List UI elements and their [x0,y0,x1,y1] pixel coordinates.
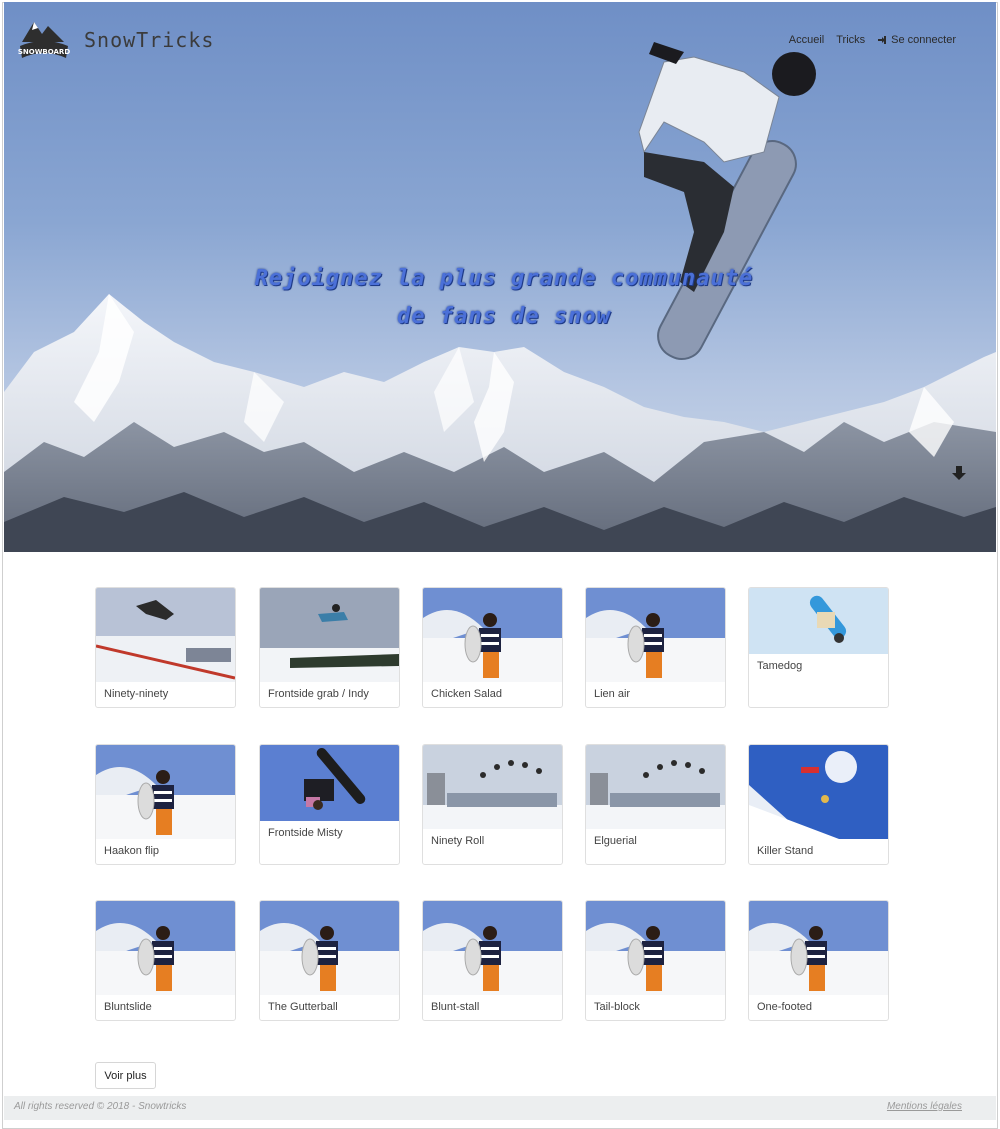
trick-card[interactable]: Blunt-stall [422,900,563,1021]
brand-name: SnowTricks [84,28,215,52]
trick-card[interactable]: The Gutterball [259,900,400,1021]
trick-card[interactable]: Haakon flip [95,744,236,865]
trick-title: Tamedog [757,660,803,672]
trick-title: Haakon flip [104,845,160,857]
hero-tagline-line2: de fans de snow [397,304,611,329]
load-more-button[interactable]: Voir plus [95,1062,156,1089]
trick-thumbnail [423,745,562,833]
trick-card[interactable]: Ninety-ninety [95,587,236,708]
nav-login-link[interactable]: Se connecter [877,34,956,46]
trick-card[interactable]: Frontside grab / Indy [259,587,400,708]
trick-card[interactable]: Tamedog [748,587,889,708]
hero-banner: SNOWBOARD SnowTricks Accueil Tricks Se c… [4,2,996,552]
nav-login-label: Se connecter [891,34,956,46]
hero-tagline: Rejoignez la plus grande communauté de f… [4,260,996,336]
trick-title: Frontside Misty [268,827,343,839]
trick-card[interactable]: One-footed [748,900,889,1021]
trick-thumbnail [260,745,399,825]
trick-thumbnail [423,901,562,999]
trick-title: The Gutterball [268,1001,338,1013]
main-nav: Accueil Tricks Se connecter [789,34,956,46]
trick-title: Frontside grab / Indy [268,688,369,700]
footer-legal-link[interactable]: Mentions légales [887,1101,962,1112]
trick-thumbnail [586,901,725,999]
brand[interactable]: SNOWBOARD SnowTricks [16,12,214,68]
trick-title: Blunt-stall [431,1001,480,1013]
trick-title: One-footed [757,1001,813,1013]
trick-title: Killer Stand [757,845,814,857]
logo-text: SNOWBOARD [18,48,70,56]
trick-thumbnail [260,588,399,686]
trick-title: Bluntslide [104,1001,152,1013]
trick-card[interactable]: Ninety Roll [422,744,563,865]
trick-title: Ninety-ninety [104,688,169,700]
trick-thumbnail [749,588,888,658]
trick-thumbnail [260,901,399,999]
trick-card[interactable]: Tail-block [585,900,726,1021]
footer-copyright: All rights reserved © 2018 - Snowtricks [14,1101,187,1112]
nav-tricks-link[interactable]: Tricks [836,34,865,46]
nav-home-link[interactable]: Accueil [789,34,824,46]
trick-thumbnail [96,745,235,843]
trick-thumbnail [749,901,888,999]
trick-thumbnail [586,745,725,833]
trick-card[interactable]: Chicken Salad [422,587,563,708]
trick-title: Tail-block [594,1001,640,1013]
trick-title: Ninety Roll [431,835,485,847]
trick-card[interactable]: Killer Stand [748,744,889,865]
trick-title: Elguerial [594,835,637,847]
arrow-down-icon[interactable] [950,464,968,482]
trick-thumbnail [96,588,235,686]
hero-tagline-line1: Rejoignez la plus grande communauté [254,266,754,291]
snowboard-logo-icon: SNOWBOARD [18,22,70,58]
trick-title: Chicken Salad [431,688,502,700]
trick-card[interactable]: Lien air [585,587,726,708]
trick-card[interactable]: Elguerial [585,744,726,865]
sign-in-icon [878,36,887,44]
trick-title: Lien air [594,688,631,700]
trick-card[interactable]: Bluntslide [95,900,236,1021]
trick-thumbnail [96,901,235,999]
trick-thumbnail [423,588,562,686]
trick-thumbnail [586,588,725,686]
trick-thumbnail [749,745,888,843]
trick-card[interactable]: Frontside Misty [259,744,400,865]
footer: All rights reserved © 2018 - Snowtricks … [4,1096,996,1120]
